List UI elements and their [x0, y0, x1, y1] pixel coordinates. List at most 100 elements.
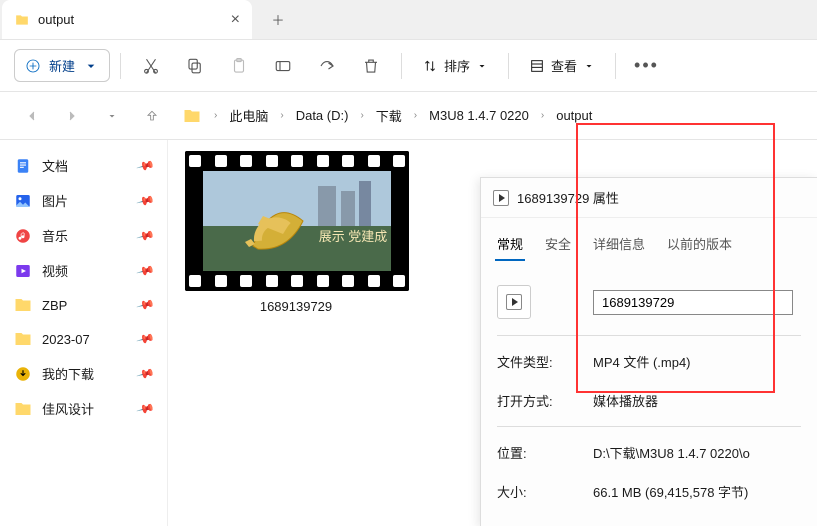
- file-type-icon: [497, 285, 531, 319]
- tab-details[interactable]: 详细信息: [591, 228, 647, 261]
- history-dropdown[interactable]: [94, 98, 130, 134]
- sort-button[interactable]: 排序: [412, 50, 498, 81]
- rename-icon: [274, 57, 292, 75]
- chevron-right-icon[interactable]: ›: [537, 110, 548, 121]
- tab-output[interactable]: output ×: [2, 0, 252, 39]
- sidebar-item-2023-07[interactable]: 2023-07 📌: [6, 322, 161, 356]
- share-icon: [318, 57, 336, 75]
- new-button[interactable]: 新建: [14, 49, 110, 82]
- prop-label-openwith: 打开方式:: [497, 391, 593, 410]
- paste-button[interactable]: [219, 48, 259, 84]
- chevron-right-icon[interactable]: ›: [276, 110, 287, 121]
- pin-icon: 📌: [136, 226, 156, 246]
- plus-icon: [25, 58, 41, 74]
- folder-icon: [14, 400, 32, 418]
- prop-value-location: D:\下载\M3U8 1.4.7 0220\o: [593, 443, 750, 462]
- forward-button[interactable]: [54, 98, 90, 134]
- sidebar-item-label: 音乐: [42, 226, 68, 245]
- dialog-title: 1689139729 属性: [517, 188, 619, 207]
- video-thumbnail: 展示 党建成: [185, 151, 409, 291]
- sidebar-item-mydownloads[interactable]: 我的下载📌: [6, 356, 161, 391]
- prop-label-type: 文件类型:: [497, 352, 593, 371]
- chevron-right-icon[interactable]: ›: [410, 110, 421, 121]
- new-label: 新建: [49, 56, 75, 75]
- sidebar-item-pictures[interactable]: 图片 📌: [6, 183, 161, 218]
- chevron-down-icon: [476, 60, 488, 72]
- prop-label-location: 位置:: [497, 443, 593, 462]
- sidebar-item-jiafeng[interactable]: 佳风设计📌: [6, 391, 161, 426]
- download-icon: [14, 365, 32, 383]
- crumb-output[interactable]: output: [552, 104, 596, 127]
- filename-input[interactable]: [593, 290, 793, 315]
- paste-icon: [230, 57, 248, 75]
- sidebar-item-videos[interactable]: 视频 📌: [6, 253, 161, 288]
- pin-icon: 📌: [136, 261, 156, 281]
- document-icon: [14, 157, 32, 175]
- crumb-pc[interactable]: 此电脑: [225, 102, 272, 129]
- tab-general[interactable]: 常规: [495, 228, 525, 261]
- crumb-m3u8[interactable]: M3U8 1.4.7 0220: [425, 104, 533, 127]
- picture-icon: [14, 192, 32, 210]
- divider: [401, 53, 402, 79]
- copy-button[interactable]: [175, 48, 215, 84]
- up-button[interactable]: [134, 98, 170, 134]
- copy-icon: [186, 57, 204, 75]
- properties-dialog: 1689139729 属性 常规 安全 详细信息 以前的版本 文件类型:MP4 …: [480, 177, 817, 526]
- file-name: 1689139729: [185, 291, 407, 322]
- music-icon: [14, 227, 32, 245]
- divider: [615, 53, 616, 79]
- sort-label: 排序: [444, 56, 470, 75]
- properties-tabs: 常规 安全 详细信息 以前的版本: [481, 218, 817, 261]
- cut-icon: [142, 57, 160, 75]
- pin-icon: 📌: [136, 191, 156, 211]
- delete-button[interactable]: [351, 48, 391, 84]
- pin-icon: 📌: [136, 364, 156, 384]
- file-item[interactable]: 展示 党建成 1689139729: [184, 150, 408, 323]
- crumb-downloads[interactable]: 下载: [372, 102, 406, 129]
- sidebar-item-label: 2023-07: [42, 332, 90, 347]
- prop-value-type: MP4 文件 (.mp4): [593, 352, 691, 371]
- dialog-titlebar[interactable]: 1689139729 属性: [481, 178, 817, 218]
- divider: [120, 53, 121, 79]
- folder-icon: [14, 13, 30, 27]
- share-button[interactable]: [307, 48, 347, 84]
- chevron-down-icon: [583, 60, 595, 72]
- back-button[interactable]: [14, 98, 50, 134]
- sidebar-item-label: 视频: [42, 261, 68, 280]
- trash-icon: [362, 57, 380, 75]
- tab-title: output: [38, 12, 74, 27]
- rename-button[interactable]: [263, 48, 303, 84]
- sidebar-item-label: 文档: [42, 156, 68, 175]
- sidebar-item-music[interactable]: 音乐 📌: [6, 218, 161, 253]
- more-button[interactable]: •••: [626, 55, 667, 76]
- view-icon: [529, 58, 545, 74]
- view-label: 查看: [551, 56, 577, 75]
- tab-security[interactable]: 安全: [543, 228, 573, 261]
- sidebar-item-label: ZBP: [42, 298, 67, 313]
- tab-previous-versions[interactable]: 以前的版本: [665, 228, 734, 261]
- nav-bar: › 此电脑 › Data (D:) › 下载 › M3U8 1.4.7 0220…: [0, 92, 817, 140]
- pin-icon: 📌: [136, 329, 156, 349]
- folder-icon: [182, 107, 202, 125]
- view-button[interactable]: 查看: [519, 50, 605, 81]
- folder-icon: [14, 296, 32, 314]
- pin-icon: 📌: [136, 399, 156, 419]
- crumb-drive[interactable]: Data (D:): [292, 104, 353, 127]
- chevron-right-icon[interactable]: ›: [210, 110, 221, 121]
- sort-icon: [422, 58, 438, 74]
- add-tab-button[interactable]: ＋: [260, 2, 296, 38]
- prop-label-size: 大小:: [497, 482, 593, 501]
- breadcrumb[interactable]: › 此电脑 › Data (D:) › 下载 › M3U8 1.4.7 0220…: [182, 102, 803, 129]
- pin-icon: 📌: [136, 295, 156, 315]
- sidebar: 文档📌 图片📌 音乐📌 视频📌 ZBP📌 2023-07📌 我的下载📌 佳风设计…: [0, 140, 168, 526]
- video-icon: [14, 262, 32, 280]
- close-icon[interactable]: ×: [231, 11, 240, 29]
- sidebar-item-zbp[interactable]: ZBP 📌: [6, 288, 161, 322]
- chevron-right-icon[interactable]: ›: [356, 110, 367, 121]
- folder-icon: [14, 330, 32, 348]
- sidebar-item-documents[interactable]: 文档📌: [6, 148, 161, 183]
- cut-button[interactable]: [131, 48, 171, 84]
- sidebar-item-label: 图片: [42, 191, 68, 210]
- chevron-down-icon: [83, 58, 99, 74]
- video-file-icon: [493, 190, 509, 206]
